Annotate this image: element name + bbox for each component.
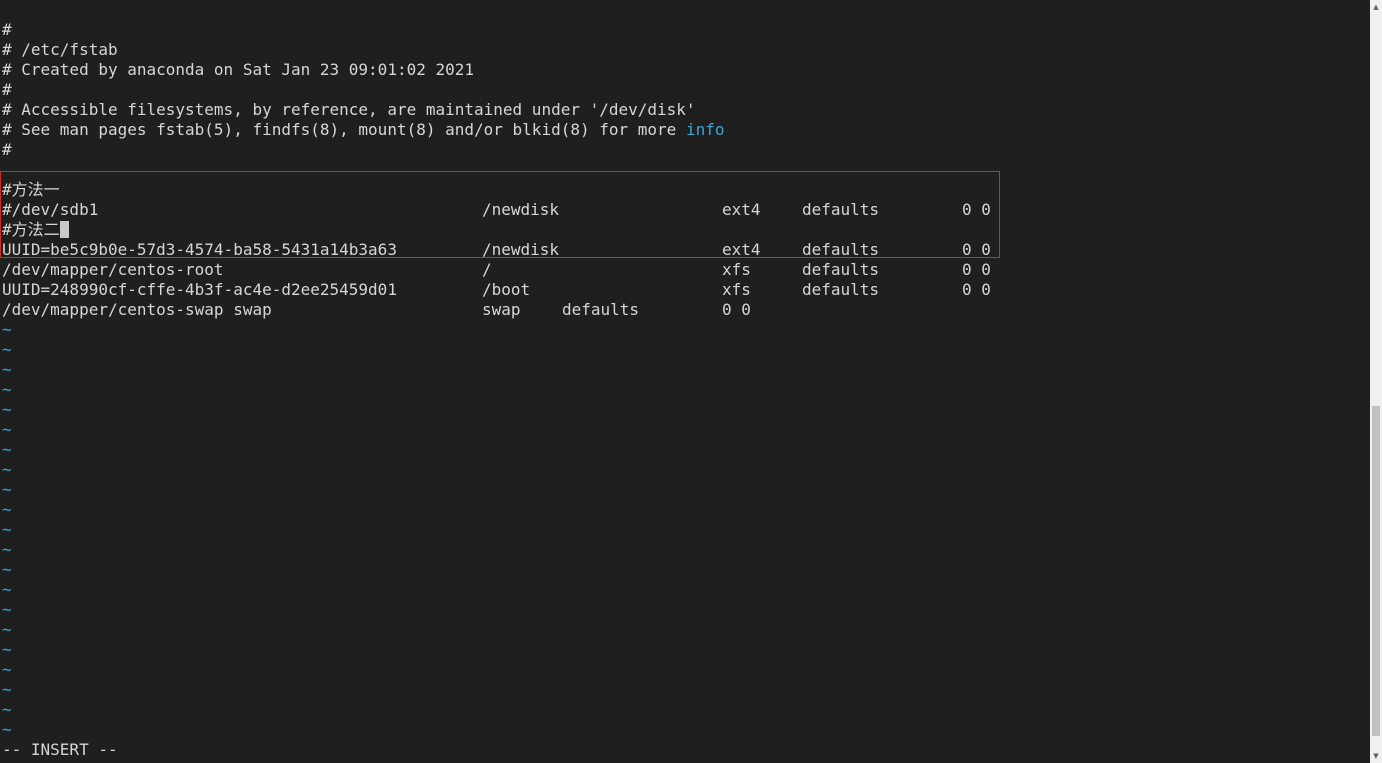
tilde-line: ~ [2, 320, 12, 339]
entry-dump-pass: 0 0 [962, 260, 991, 279]
tilde-line: ~ [2, 520, 12, 539]
entry-fstype: xfs [722, 260, 751, 279]
editor-buffer[interactable]: # # /etc/fstab # Created by anaconda on … [2, 20, 1368, 740]
scroll-down-arrow-icon[interactable]: ▼ [1370, 749, 1382, 763]
tilde-line: ~ [2, 580, 12, 599]
tilde-line: ~ [2, 620, 12, 639]
comment-line: # /etc/fstab [2, 40, 118, 59]
comment-line: # [2, 80, 12, 99]
entry-options: defaults [802, 280, 880, 299]
entry-dump-pass: 0 0 [962, 200, 991, 219]
entry-device: #/dev/sdb1 [2, 200, 99, 219]
method-two-heading: #方法二 [2, 220, 60, 239]
method-one-heading: #方法一 [2, 180, 60, 199]
comment-line: # [2, 20, 12, 39]
tilde-line: ~ [2, 680, 12, 699]
tilde-line: ~ [2, 460, 12, 479]
entry-options: defaults [802, 200, 880, 219]
entry-mount: /newdisk [482, 240, 560, 259]
tilde-line: ~ [2, 560, 12, 579]
info-keyword: info [685, 120, 725, 139]
entry-dump-pass: 0 0 [722, 300, 751, 319]
fstab-entry-boot: UUID=248990cf-cffe-4b3f-ac4e-d2ee25459d0… [2, 280, 1368, 300]
tilde-line: ~ [2, 420, 12, 439]
entry-mount: / [482, 260, 492, 279]
tilde-line: ~ [2, 600, 12, 619]
entry-options: defaults [802, 240, 880, 259]
tilde-line: ~ [2, 360, 12, 379]
see-man-line: # See man pages fstab(5), findfs(8), mou… [2, 120, 1368, 140]
terminal-window[interactable]: # # /etc/fstab # Created by anaconda on … [0, 0, 1382, 763]
tilde-line: ~ [2, 700, 12, 719]
comment-line: # Accessible filesystems, by reference, … [2, 100, 696, 119]
entry-device: UUID=be5c9b0e-57d3-4574-ba58-5431a14b3a6… [2, 240, 397, 259]
entry-dump-pass: 0 0 [962, 240, 991, 259]
entry-device: /dev/mapper/centos-root [2, 260, 224, 279]
tilde-line: ~ [2, 720, 12, 739]
scroll-up-arrow-icon[interactable]: ▲ [1370, 0, 1382, 14]
entry-mount: /newdisk [482, 200, 560, 219]
entry-dump-pass: 0 0 [962, 280, 991, 299]
tilde-line: ~ [2, 660, 12, 679]
tilde-line: ~ [2, 480, 12, 499]
empty-buffer-lines: ~ ~ ~ ~ ~ ~ ~ ~ ~ ~ ~ ~ ~ ~ ~ ~ ~ ~ ~ ~ ~ [2, 320, 1368, 740]
fstab-entry-method-one: #/dev/sdb1 /newdisk ext4 defaults 0 0 [2, 200, 1368, 220]
mode-indicator: -- INSERT -- [2, 740, 118, 759]
entry-fstype: xfs [722, 280, 751, 299]
comment-line: # [2, 140, 12, 159]
tilde-line: ~ [2, 500, 12, 519]
tilde-line: ~ [2, 380, 12, 399]
comment-line: # Created by anaconda on Sat Jan 23 09:0… [2, 60, 475, 79]
entry-device: UUID=248990cf-cffe-4b3f-ac4e-d2ee25459d0… [2, 280, 397, 299]
fstab-entry-root: /dev/mapper/centos-root / xfs defaults 0… [2, 260, 1368, 280]
tilde-line: ~ [2, 440, 12, 459]
entry-options: defaults [562, 300, 640, 319]
entry-mount: /boot [482, 280, 531, 299]
scrollbar-thumb[interactable] [1372, 406, 1380, 736]
vertical-scrollbar[interactable]: ▲ ▼ [1370, 0, 1382, 763]
entry-fstype: ext4 [722, 240, 761, 259]
entry-fstype: ext4 [722, 200, 761, 219]
entry-fstype: swap [482, 300, 521, 319]
tilde-line: ~ [2, 340, 12, 359]
text-cursor [59, 221, 69, 238]
see-man-text: # See man pages fstab(5), findfs(8), mou… [2, 120, 686, 139]
method-two-heading-line: #方法二 [2, 220, 1368, 240]
entry-device: /dev/mapper/centos-swap swap [2, 300, 272, 319]
tilde-line: ~ [2, 540, 12, 559]
fstab-entry-swap: /dev/mapper/centos-swap swap swap defaul… [2, 300, 1368, 320]
entry-options: defaults [802, 260, 880, 279]
tilde-line: ~ [2, 640, 12, 659]
fstab-entry-method-two: UUID=be5c9b0e-57d3-4574-ba58-5431a14b3a6… [2, 240, 1368, 260]
tilde-line: ~ [2, 400, 12, 419]
